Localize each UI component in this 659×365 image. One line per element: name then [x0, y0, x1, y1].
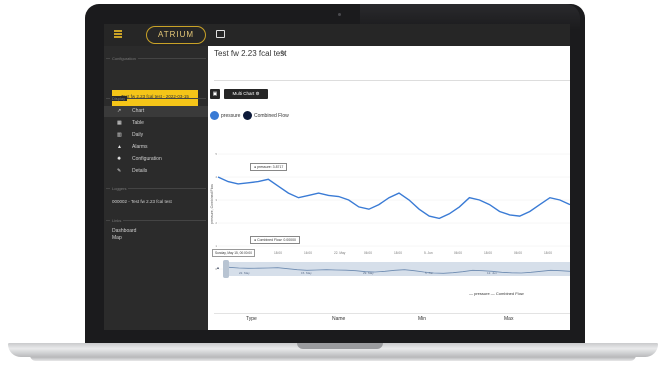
camera-dot — [338, 13, 341, 16]
layout-icon[interactable]: ▣ — [210, 89, 220, 99]
x-tick-label: 5. Jun — [424, 251, 433, 255]
table-icon: ▦ — [117, 120, 122, 126]
y-tick-label: 0 — [215, 267, 217, 271]
sidebar: Configuration Test fw 2.23 fcal test - 2… — [104, 46, 208, 330]
table-header-min: Min — [418, 316, 427, 322]
y-axis-label: pressure, Combined Flow — [210, 184, 214, 224]
x-tick-label: 18:00 — [544, 251, 552, 255]
x-tick-label: 06:00 — [514, 251, 522, 255]
link-dashboard[interactable]: Dashboard — [112, 228, 136, 234]
legend-flow-label[interactable]: Combined Flow — [254, 113, 289, 119]
navigator-tick-label: 5. Jun — [425, 271, 434, 275]
y-tick-label: 3 — [215, 198, 217, 202]
x-tick-label: 18:00 — [394, 251, 402, 255]
x-tick-label: 18:00 — [484, 251, 492, 255]
legend-pressure-dot[interactable] — [210, 111, 219, 120]
table-header-type: Type — [246, 316, 257, 322]
sidebar-item-configuration[interactable]: ✹ Configuration — [104, 154, 208, 165]
x-tick-label: 06:00 — [454, 251, 462, 255]
date-box: Sunday, May 15, 00:00:00 — [212, 249, 255, 257]
section-links: Links — [104, 218, 208, 223]
table-rule — [214, 313, 570, 314]
x-tick-label: 22. May — [334, 251, 346, 255]
sidebar-item-details[interactable]: ✎ Details — [104, 166, 208, 177]
screen: ATRIUM Configuration Test fw 2.23 fcal t… — [104, 24, 570, 330]
navigator-line — [229, 266, 570, 274]
bottom-legend: — pressure — Combined Flow — [469, 291, 524, 296]
daily-icon: ▥ — [117, 132, 122, 138]
navigator-tick-label: 15. May — [301, 271, 312, 275]
y-tick-label: 5 — [215, 152, 217, 156]
laptop-notch — [297, 343, 383, 349]
logo: ATRIUM — [146, 26, 206, 44]
divider — [214, 80, 570, 81]
section-display: Display — [104, 96, 208, 101]
menu-icon[interactable] — [114, 30, 122, 32]
line-chart-icon: ↗ — [117, 108, 122, 114]
sidebar-item-logger[interactable]: 000002 - Test fw 2.23 fcal test — [112, 199, 172, 204]
sidebar-item-daily[interactable]: ▥ Daily — [104, 130, 208, 141]
navigator-tick-label: 12. Jun — [487, 271, 497, 275]
multi-chart-button[interactable]: Multi Chart ⚙ — [224, 89, 268, 99]
section-loggers: Loggers — [104, 186, 208, 191]
tooltip-pressure: ● pressure: 3.8717 — [250, 163, 288, 171]
section-configuration: Configuration — [104, 56, 208, 61]
gear-icon: ✹ — [117, 156, 122, 162]
link-map[interactable]: Map — [112, 235, 122, 241]
tooltip-flow: ● Combined Flow: 0.00000 — [250, 236, 300, 244]
navigator-tick-label: 29. May — [363, 271, 374, 275]
pencil-icon: ✎ — [117, 168, 122, 174]
page-title: Test fw 2.23 fcal test — [214, 49, 287, 58]
table-header-name: Name — [332, 316, 346, 322]
table-header-max: Max — [504, 316, 514, 322]
legend-flow-dot[interactable] — [243, 111, 252, 120]
sidebar-item-chart[interactable]: ↗ Chart — [104, 106, 208, 117]
briefcase-icon[interactable] — [216, 30, 225, 38]
x-tick-label: 16:00 — [304, 251, 312, 255]
edit-icon[interactable]: ✎ — [280, 49, 287, 58]
series-pressure-line — [217, 176, 570, 220]
y-tick-label: 1 — [215, 244, 217, 248]
y-tick-label: 2 — [215, 221, 217, 225]
sidebar-item-alarms[interactable]: ▲ Alarms — [104, 142, 208, 153]
y-tick-label: 4 — [215, 175, 217, 179]
x-tick-label: 18:00 — [274, 251, 282, 255]
flow-mark — [217, 267, 219, 269]
navigator-tick-label: 22. May — [239, 271, 250, 275]
x-tick-label: 06:00 — [364, 251, 372, 255]
top-bar: ATRIUM — [104, 24, 570, 46]
alarm-icon: ▲ — [117, 144, 122, 150]
sidebar-item-table[interactable]: ▦ Table — [104, 118, 208, 129]
legend-pressure-label[interactable]: pressure — [221, 113, 240, 119]
